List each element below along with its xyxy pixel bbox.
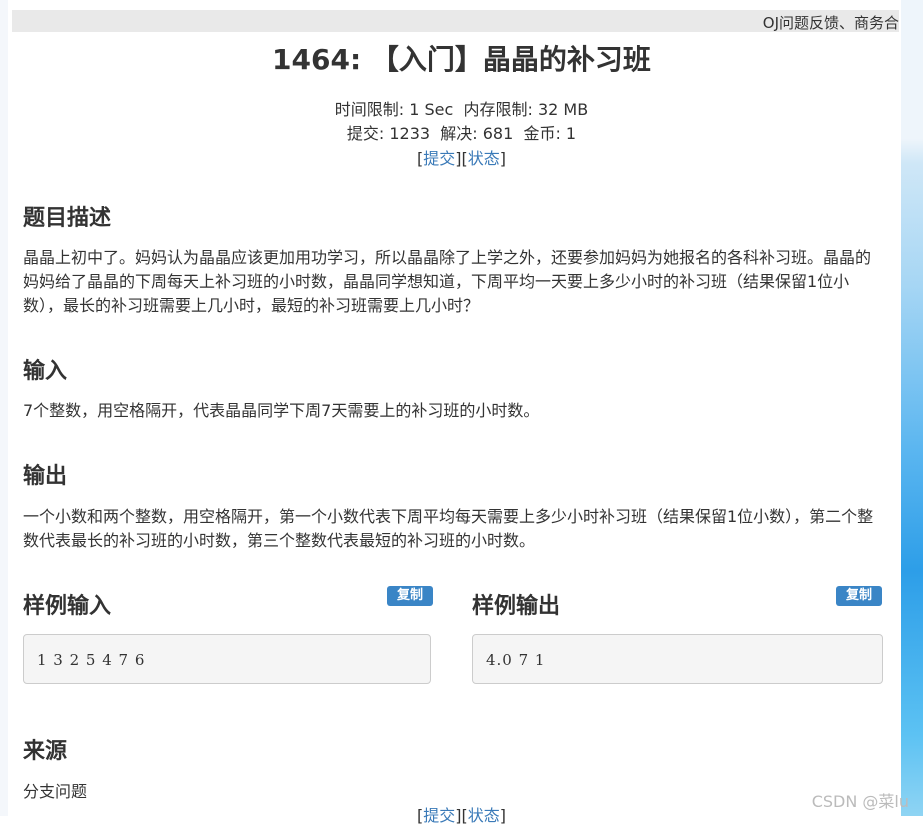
copy-sample-output-button[interactable]: 复制 (836, 586, 882, 606)
sample-output-box[interactable]: 4.0 7 1 (472, 634, 883, 684)
source-heading: 来源 (23, 739, 68, 764)
solved-count: 解决: 681 (440, 124, 514, 143)
bottom-action-links: [提交][状态] (416, 806, 506, 825)
output-heading: 输出 (23, 464, 68, 489)
time-limit: 时间限制: 1 Sec (334, 100, 454, 119)
csdn-watermark: CSDN @菜lu (811, 792, 909, 811)
stats-line: 提交: 1233 解决: 681 金币: 1 (0, 120, 923, 144)
input-text: 7个整数，用空格隔开，代表晶晶同学下周7天需要上的补习班的小时数。 (23, 401, 540, 420)
input-heading: 输入 (23, 359, 68, 384)
status-link[interactable]: 状态 (468, 149, 500, 168)
submit-count: 提交: 1233 (346, 124, 431, 143)
problem-title: 1464: 【入门】晶晶的补习班 (272, 43, 651, 76)
announcement-bar: OJ问题反馈、商务合 (12, 10, 899, 32)
limits-line: 时间限制: 1 Sec 内存限制: 32 MB (0, 96, 923, 120)
coins: 金币: 1 (523, 124, 577, 143)
submit-link[interactable]: 提交 (423, 149, 455, 168)
source-link[interactable]: 分支问题 (23, 780, 87, 804)
sample-input-heading: 样例输入 (23, 594, 112, 619)
description-heading: 题目描述 (23, 206, 112, 231)
copy-sample-input-button[interactable]: 复制 (387, 586, 433, 606)
action-links: [提交][状态] (416, 149, 506, 168)
sample-input-box[interactable]: 1 3 2 5 4 7 6 (23, 634, 431, 684)
output-text: 一个小数和两个整数，用空格隔开，第一个小数代表下周平均每天需要上多少小时补习班（… (23, 507, 874, 550)
announcement-text[interactable]: OJ问题反馈、商务合 (763, 12, 899, 32)
description-text: 晶晶上初中了。妈妈认为晶晶应该更加用功学习，所以晶晶除了上学之外，还要参加妈妈为… (23, 248, 872, 315)
sample-output-heading: 样例输出 (472, 594, 561, 619)
memory-limit: 内存限制: 32 MB (463, 100, 589, 119)
